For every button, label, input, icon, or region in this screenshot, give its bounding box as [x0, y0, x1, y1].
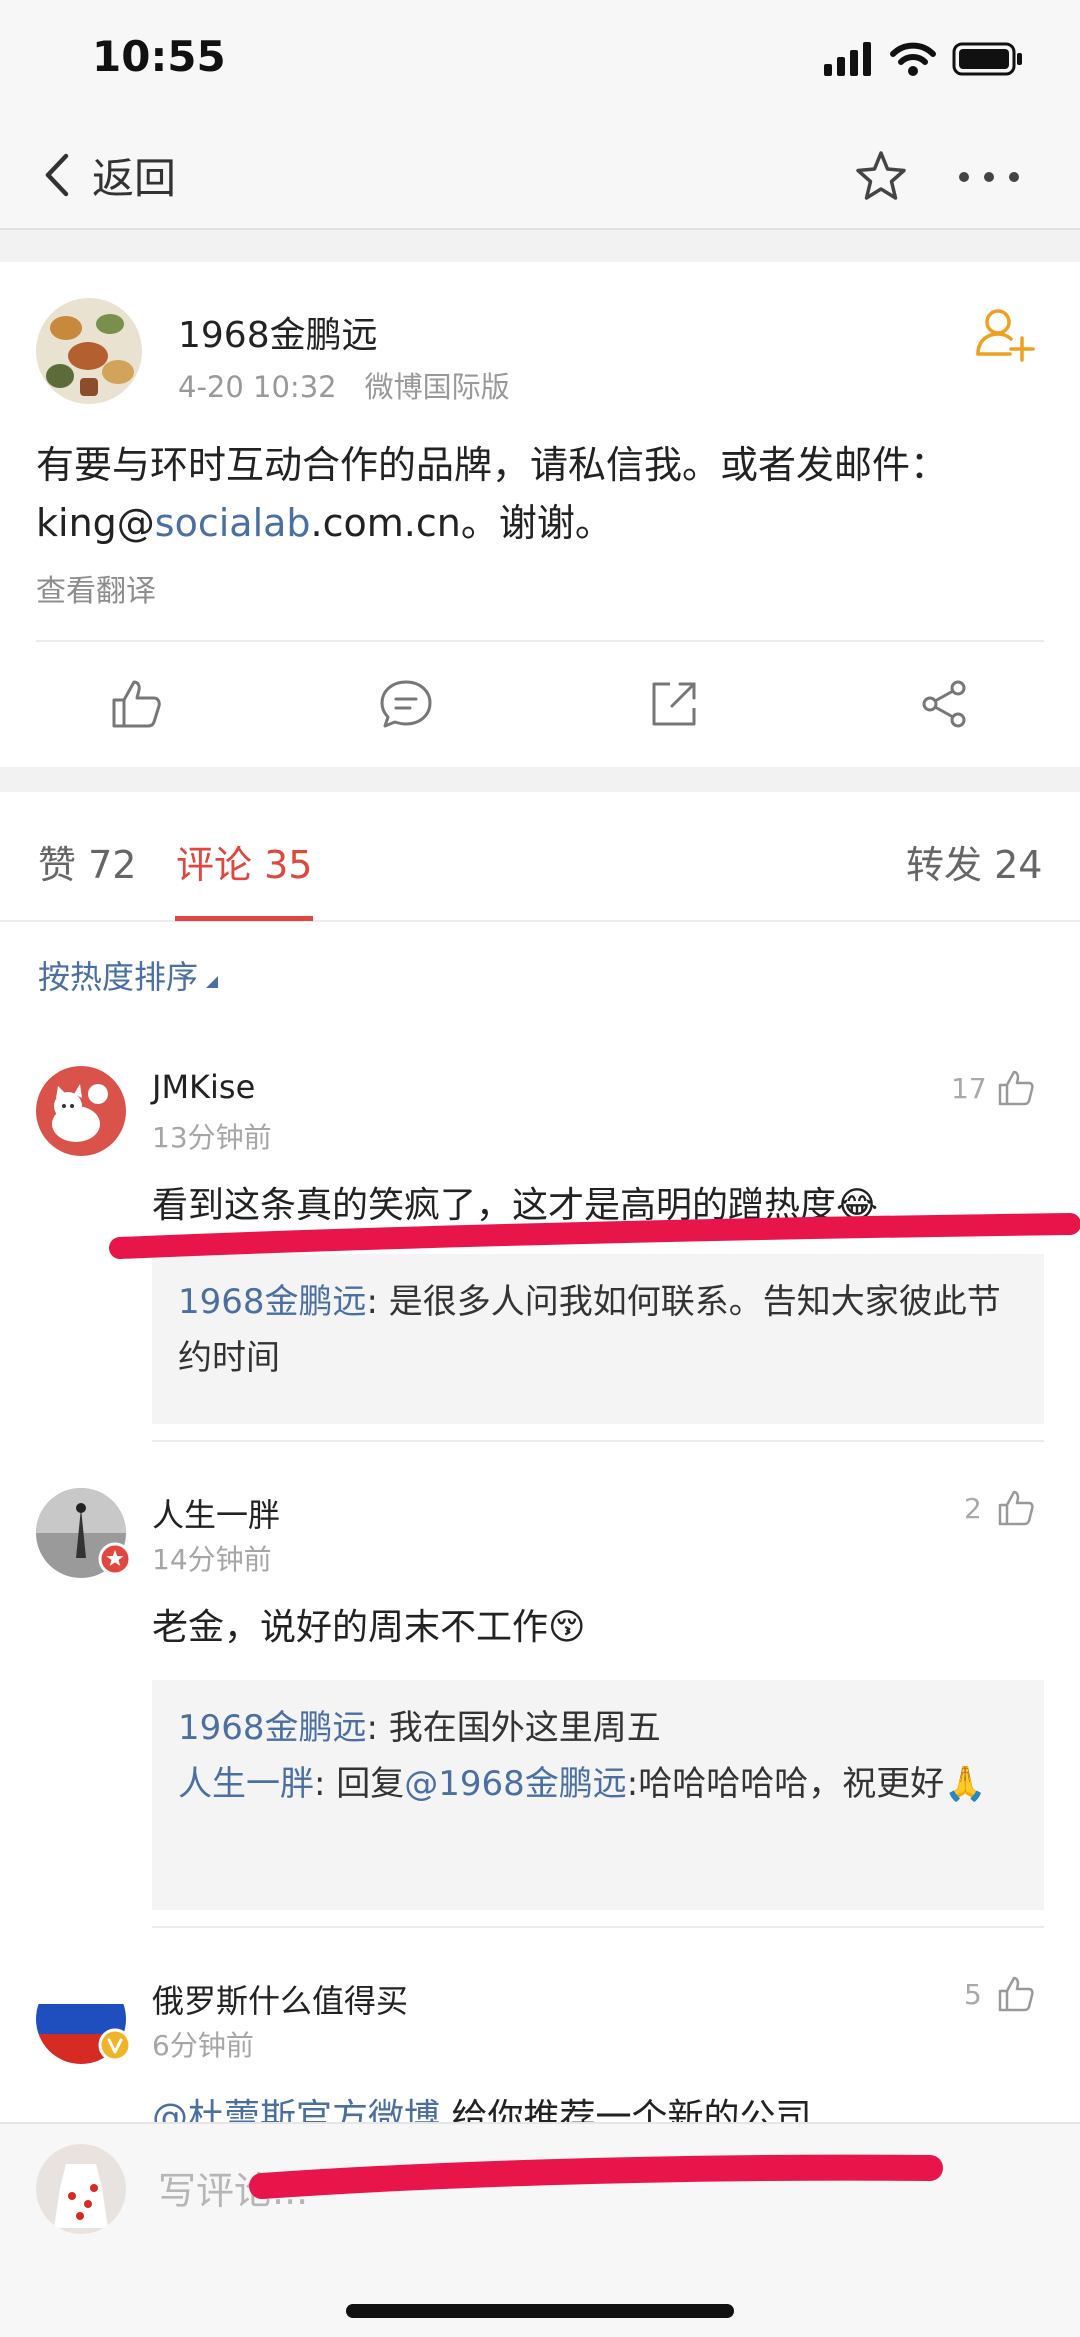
back-button[interactable]: 返回 — [40, 142, 176, 208]
reply-line: 1968金鹏远: 我在国外这里周五 — [178, 1700, 1018, 1756]
comment-like-count: 2 — [964, 1492, 982, 1525]
favorite-star-icon[interactable] — [852, 148, 910, 206]
tab-likes[interactable]: 赞 72 — [38, 834, 136, 889]
chevron-left-icon — [45, 153, 69, 197]
post-email-link[interactable]: socialab — [155, 501, 311, 545]
reply-line: 人生一胖: 回复@1968金鹏远:哈哈哈哈哈，祝更好🙏 — [178, 1764, 987, 1804]
home-indicator — [346, 2304, 734, 2318]
comment-mention[interactable]: @杜蕾斯官方微博 — [152, 2097, 440, 2122]
wifi-icon — [890, 42, 936, 76]
share-icon[interactable] — [914, 674, 974, 734]
comment-author[interactable]: JMKise — [152, 1068, 255, 1106]
tab-comments[interactable]: 评论 35 — [176, 834, 312, 889]
author-avatar[interactable] — [36, 298, 142, 404]
comment-icon[interactable] — [376, 674, 436, 734]
battery-icon — [952, 42, 1022, 76]
author-name[interactable]: 1968金鹏远 — [178, 306, 378, 358]
verified-v-icon — [98, 2028, 132, 2062]
comment-tabs: 赞 72 评论 35 转发 24 — [0, 792, 1080, 922]
tab-active-indicator — [175, 916, 313, 921]
comment-divider — [152, 1926, 1044, 1928]
comment-like-icon[interactable] — [996, 1068, 1036, 1108]
comment-like-count: 5 — [964, 1978, 982, 2011]
verified-badge-icon — [98, 1542, 132, 1576]
comment-author[interactable]: 俄罗斯什么值得买 — [152, 1976, 408, 2022]
reply-author[interactable]: 1968金鹏远 — [178, 1282, 367, 1322]
signal-icon — [824, 42, 871, 76]
reply-box[interactable]: 1968金鹏远: 是很多人问我如何联系。告知大家彼此节约时间 — [152, 1254, 1044, 1424]
like-icon[interactable] — [106, 674, 166, 734]
status-bar: 10:55 — [0, 0, 1080, 120]
comment-like-icon[interactable] — [996, 1488, 1036, 1528]
sort-caret-icon — [206, 976, 219, 988]
comment-time: 14分钟前 — [152, 1543, 272, 1576]
follow-user-icon[interactable] — [974, 302, 1036, 364]
comment-divider — [152, 1440, 1044, 1442]
post-source: 微博国际版 — [364, 370, 510, 404]
tab-reposts[interactable]: 转发 24 — [906, 834, 1042, 889]
comment-author[interactable]: 人生一胖 — [152, 1490, 280, 1536]
post-meta: 4-20 10:32 微博国际版 — [178, 364, 510, 406]
reply-author[interactable]: 1968金鹏远 — [178, 1708, 367, 1748]
nav-bar: 返回 — [0, 120, 1080, 230]
comments-area: 赞 72 评论 35 转发 24 按热度排序 JMKise 13分钟前 17 看… — [0, 792, 1080, 2122]
post-action-row — [0, 642, 1080, 767]
comment-text: 看到这条真的笑疯了，这才是高明的蹭热度😂 — [152, 1185, 879, 1226]
repost-icon[interactable] — [644, 674, 704, 734]
reply-author[interactable]: 人生一胖 — [178, 1764, 314, 1804]
comment-input[interactable]: 写评论... — [158, 2160, 308, 2215]
comment-like-count: 17 — [951, 1072, 987, 1105]
status-icons — [824, 38, 1024, 80]
my-avatar[interactable] — [36, 2144, 126, 2234]
post-date: 4-20 10:32 — [178, 370, 337, 404]
reply-mention[interactable]: @1968金鹏远 — [404, 1764, 627, 1804]
sort-dropdown[interactable]: 按热度排序 — [38, 952, 219, 998]
comment-text: @杜蕾斯官方微博 给你推荐一个新的公司 — [152, 2088, 811, 2122]
comment-time: 6分钟前 — [152, 2029, 254, 2062]
status-time: 10:55 — [92, 32, 226, 81]
translate-link[interactable]: 查看翻译 — [36, 566, 156, 610]
more-options-icon[interactable] — [954, 148, 1024, 206]
comment-text: 老金，说好的周末不工作😚 — [152, 1607, 586, 1648]
reply-box[interactable]: 1968金鹏远: 我在国外这里周五 人生一胖: 回复@1968金鹏远:哈哈哈哈哈… — [152, 1680, 1044, 1910]
comment-like-icon[interactable] — [996, 1974, 1036, 2014]
back-label: 返回 — [92, 153, 177, 203]
comment-input-bar: 写评论... — [0, 2122, 1080, 2337]
comment-avatar[interactable] — [36, 1066, 126, 1156]
reply-text: : 我在国外这里周五 — [366, 1708, 661, 1748]
reply-text: :哈哈哈哈哈，祝更好🙏 — [626, 1764, 987, 1804]
post-text: 有要与环时互动合作的品牌，请私信我。或者发邮件：king@socialab.co… — [36, 443, 949, 545]
comment-time: 13分钟前 — [152, 1121, 272, 1154]
post-card: 1968金鹏远 4-20 10:32 微博国际版 有要与环时互动合作的品牌，请私信… — [0, 262, 1080, 767]
